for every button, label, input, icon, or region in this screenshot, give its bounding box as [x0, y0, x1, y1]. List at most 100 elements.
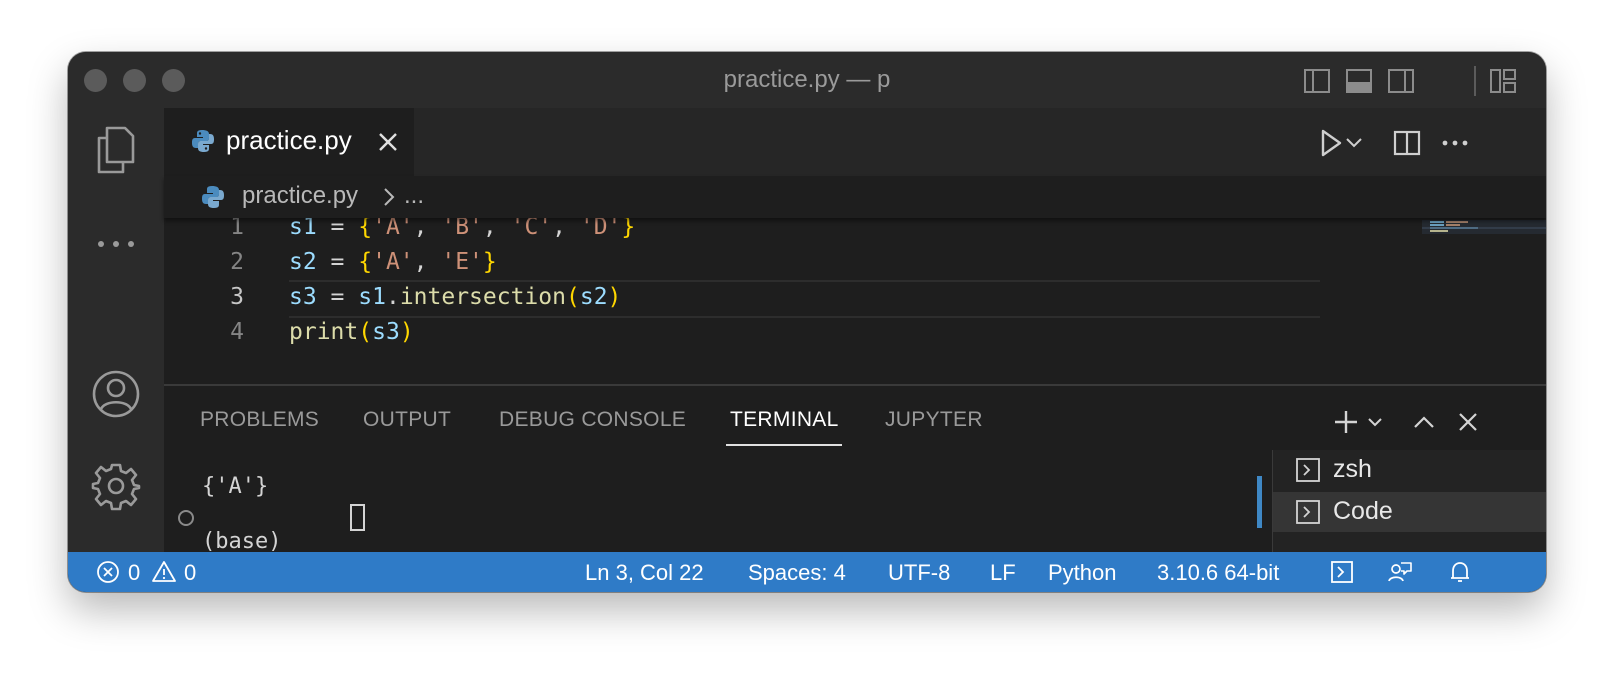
code-token: =	[316, 249, 359, 275]
terminal-icon	[1296, 458, 1320, 482]
code-token: s2	[289, 249, 317, 275]
new-terminal-button[interactable]	[1330, 406, 1362, 438]
terminal-item-code[interactable]: Code	[1273, 492, 1546, 532]
title-bar-divider	[1474, 66, 1476, 96]
terminal-item-label: zsh	[1333, 455, 1372, 483]
encoding[interactable]: UTF-8	[888, 560, 950, 586]
maximize-panel-button[interactable]	[1408, 406, 1440, 438]
code-token: s2	[579, 284, 608, 310]
code-token: (	[358, 319, 373, 345]
code-token: 'C'	[510, 218, 553, 240]
code-token: )	[607, 284, 622, 310]
manage-button[interactable]	[88, 458, 144, 514]
more-views-button[interactable]	[88, 216, 144, 272]
line-number: 2	[230, 249, 244, 275]
tab-output[interactable]: OUTPUT	[363, 408, 451, 432]
tab-practice-py[interactable]: practice.py	[164, 108, 414, 176]
line-number: 3	[230, 284, 244, 310]
accounts-button[interactable]	[88, 366, 144, 422]
tab-label: practice.py	[226, 125, 352, 155]
close-panel-button[interactable]	[1452, 406, 1484, 438]
terminal-item-label: Code	[1333, 497, 1393, 525]
more-actions-button[interactable]	[1438, 126, 1472, 160]
code-editor[interactable]: 1 s1 = {'A', 'B', 'C', 'D'} 2 s2 = {'A', 'E…	[164, 218, 1546, 384]
new-terminal-icon	[1335, 411, 1357, 433]
python-interpreter[interactable]: 3.10.6 64-bit	[1157, 560, 1279, 586]
tab-terminal[interactable]: TERMINAL	[730, 408, 839, 432]
remote-terminal-icon[interactable]	[1330, 560, 1354, 584]
code-token: )	[399, 319, 414, 345]
toggle-panel-icon[interactable]	[1344, 66, 1374, 96]
code-line[interactable]: 3 s3 = s1.intersection(s2)	[164, 280, 1324, 315]
customize-layout-icon[interactable]	[1488, 66, 1518, 96]
toggle-primary-sidebar-icon[interactable]	[1302, 66, 1332, 96]
terminal-dropdown-button[interactable]	[1364, 406, 1386, 438]
code-token: {	[358, 218, 373, 240]
cursor-position[interactable]: Ln 3, Col 22	[585, 560, 704, 586]
close-panel-icon	[1459, 413, 1477, 431]
code-token: {	[358, 249, 373, 275]
activity-bar	[68, 108, 164, 552]
python-icon	[192, 130, 214, 152]
more-icon	[98, 241, 134, 247]
terminal-output: {'A'}	[202, 474, 269, 499]
breadcrumb: practice.py ...	[164, 176, 1546, 218]
vscode-window: practice.py — p practice.py practice.py …	[68, 52, 1546, 592]
terminal-scrollbar[interactable]	[1257, 476, 1262, 528]
code-token: .	[385, 284, 400, 310]
code-token: ,	[413, 249, 442, 275]
terminal-cursor	[350, 504, 365, 531]
toggle-secondary-sidebar-icon[interactable]	[1386, 66, 1416, 96]
code-text: print(s3)	[289, 315, 414, 350]
status-bar: 0 0 Ln 3, Col 22 Spaces: 4 UTF-8 LF Pyth…	[68, 552, 1546, 592]
feedback-icon[interactable]	[1388, 560, 1412, 584]
breadcrumb-file[interactable]: practice.py	[242, 182, 358, 210]
terminal-icon	[1296, 500, 1320, 524]
terminal-item-zsh[interactable]: zsh	[1273, 450, 1546, 490]
code-line[interactable]: 4 print(s3)	[164, 315, 1324, 350]
maximize-panel-icon	[1414, 416, 1434, 428]
code-token: 'D'	[579, 218, 622, 240]
run-dropdown-button[interactable]	[1342, 126, 1366, 160]
code-token: s1	[289, 218, 317, 240]
code-token: 'A'	[372, 218, 414, 240]
code-text: s3 = s1.intersection(s2)	[289, 280, 621, 315]
line-number: 4	[230, 319, 244, 345]
code-line[interactable]: 1 s1 = {'A', 'B', 'C', 'D'}	[164, 218, 1324, 245]
code-token: }	[621, 218, 636, 240]
title-bar: practice.py — p	[68, 52, 1546, 108]
line-endings[interactable]: LF	[990, 560, 1016, 586]
indentation[interactable]: Spaces: 4	[748, 560, 846, 586]
explorer-button[interactable]	[88, 122, 144, 178]
close-icon[interactable]	[374, 128, 402, 156]
tab-problems[interactable]: PROBLEMS	[200, 408, 319, 432]
language-mode[interactable]: Python	[1048, 560, 1117, 586]
code-token: 'B'	[441, 218, 483, 240]
code-token: ,	[482, 218, 511, 240]
editor-tab-strip: practice.py	[164, 108, 1546, 176]
code-token: }	[482, 249, 497, 275]
error-count[interactable]: 0	[128, 560, 140, 586]
code-line[interactable]: 2 s2 = {'A', 'E'}	[164, 245, 1324, 280]
more-actions-icon	[1442, 140, 1468, 146]
prompt-env: (base)	[202, 529, 295, 554]
terminal-list: zsh Code	[1272, 450, 1546, 554]
breadcrumb-symbols[interactable]: ...	[404, 182, 424, 210]
terminal-dropdown-icon	[1368, 418, 1382, 427]
account-icon	[92, 370, 140, 418]
active-tab-indicator	[726, 444, 842, 446]
tab-jupyter[interactable]: JUPYTER	[885, 408, 983, 432]
code-text: s1 = {'A', 'B', 'C', 'D'}	[289, 218, 635, 245]
code-token: intersection	[399, 284, 566, 310]
tab-debug-console[interactable]: DEBUG CONSOLE	[499, 408, 686, 432]
warning-icon[interactable]	[152, 560, 176, 584]
warning-count[interactable]: 0	[184, 560, 196, 586]
line-number: 1	[230, 218, 244, 240]
run-dropdown-icon	[1346, 138, 1362, 148]
error-icon[interactable]	[96, 560, 120, 584]
bell-icon[interactable]	[1448, 560, 1472, 584]
minimap[interactable]	[1422, 218, 1546, 384]
split-editor-button[interactable]	[1390, 126, 1424, 160]
chevron-right-icon	[384, 188, 395, 206]
bottom-panel: PROBLEMS OUTPUT DEBUG CONSOLE TERMINAL J…	[164, 384, 1546, 592]
